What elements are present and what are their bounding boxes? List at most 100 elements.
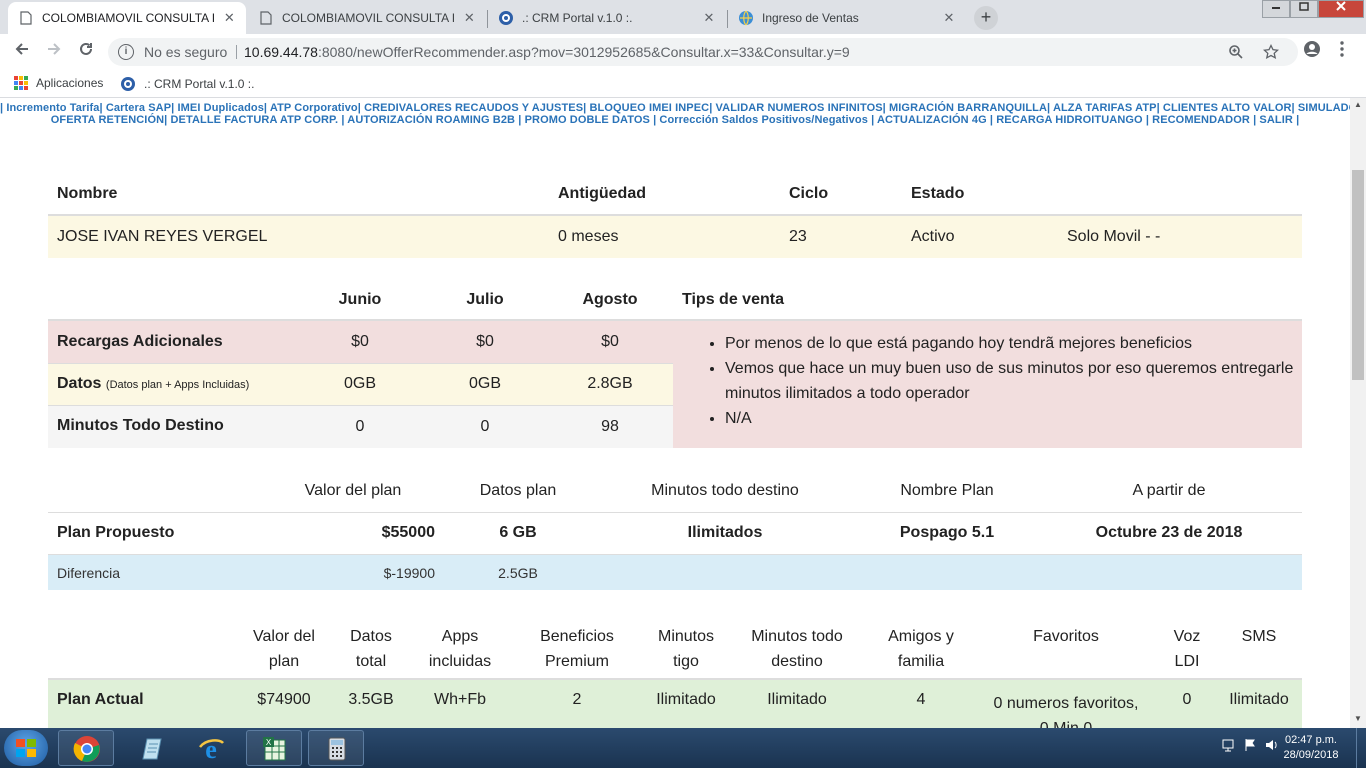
- info-icon[interactable]: i: [118, 44, 134, 60]
- actual-apps: Wh+Fb: [433, 691, 486, 708]
- menu-links-line-1[interactable]: | Incremento Tarifa| Cartera SAP| IMEI D…: [0, 102, 1350, 114]
- actual-valor: $74900: [257, 691, 311, 708]
- scroll-down-icon[interactable]: ▼: [1350, 714, 1366, 723]
- recargas-junio: $0: [351, 333, 369, 350]
- svg-text:X: X: [266, 738, 272, 747]
- scroll-up-icon[interactable]: ▲: [1350, 100, 1366, 109]
- taskbar-excel[interactable]: X: [246, 730, 302, 766]
- header-estado: Estado: [911, 185, 965, 202]
- propuesto-valor: $55000: [381, 524, 435, 541]
- clock-date: 28/09/2018: [1283, 749, 1339, 761]
- browser-tab-bar: COLOMBIAMOVIL CONSULTA IN ✕ COLOMBIAMOVI…: [0, 0, 1366, 34]
- close-icon[interactable]: ✕: [463, 10, 476, 26]
- close-icon[interactable]: ✕: [223, 10, 236, 26]
- document-icon: [258, 10, 274, 26]
- header-line-1: Minutos todo: [751, 628, 843, 645]
- close-icon[interactable]: ✕: [702, 10, 716, 26]
- taskbar-calculator[interactable]: [308, 730, 364, 766]
- ie-icon: e: [199, 735, 224, 763]
- diferencia-valor: $-19900: [383, 565, 435, 581]
- actual-header-voz: Voz LDI: [1162, 624, 1212, 674]
- browser-tab-1[interactable]: COLOMBIAMOVIL CONSULTA IN ✕: [8, 2, 246, 34]
- close-icon[interactable]: ✕: [942, 10, 956, 26]
- tab-title: .: CRM Portal v.1.0 :.: [522, 11, 633, 25]
- month-agosto: Agosto: [582, 291, 638, 308]
- header-line-1: Favoritos: [1033, 628, 1099, 645]
- header-line-1: Datos: [350, 628, 392, 645]
- header-line-1: Valor del: [253, 628, 315, 645]
- profile-button[interactable]: [1300, 40, 1324, 64]
- show-desktop-button[interactable]: [1356, 728, 1366, 768]
- tip-item: N/A: [725, 406, 1295, 431]
- scrollbar-thumb[interactable]: [1352, 170, 1364, 380]
- minimize-button[interactable]: [1262, 0, 1290, 18]
- client-ciclo: 23: [789, 228, 807, 245]
- window-close-button[interactable]: [1318, 0, 1364, 18]
- diferencia-label: Diferencia: [57, 565, 121, 581]
- page-scrollbar[interactable]: ▲ ▼: [1350, 98, 1366, 728]
- datos-junio: 0GB: [343, 375, 376, 392]
- menu-button[interactable]: [1330, 40, 1354, 64]
- browser-tab-2[interactable]: COLOMBIAMOVIL CONSULTA IN ✕: [248, 2, 486, 34]
- browser-tab-4[interactable]: Ingreso de Ventas ✕: [728, 2, 966, 34]
- label-minutos: Minutos Todo Destino: [57, 417, 224, 434]
- url-text: 10.69.44.78:8080/newOfferRecommender.asp…: [244, 38, 850, 66]
- address-bar[interactable]: i No es seguro 10.69.44.78:8080/newOffer…: [108, 38, 1298, 66]
- actual-header-sms: SMS: [1224, 624, 1294, 649]
- excel-icon: X: [263, 737, 286, 761]
- header-nombre: Nombre: [57, 185, 118, 202]
- diferencia-datos: 2.5GB: [498, 565, 538, 581]
- bookmarks-bar: Aplicaciones .: CRM Portal v.1.0 :.: [0, 70, 1366, 98]
- network-icon: [1222, 739, 1234, 752]
- actual-header-valor: Valor del plan: [234, 624, 334, 674]
- maximize-button[interactable]: [1290, 0, 1318, 18]
- address-separator: [236, 45, 237, 59]
- arrow-left-icon: [15, 43, 28, 55]
- taskbar-notes[interactable]: [122, 730, 178, 766]
- minutos-junio: 0: [355, 418, 365, 435]
- actual-header-minutos-tigo: Minutos tigo: [646, 624, 726, 674]
- divider: [48, 554, 1302, 555]
- header-line-1: Minutos: [657, 628, 715, 645]
- propuesto-header-datos: Datos plan: [479, 482, 557, 499]
- label-datos: Datos: [57, 375, 102, 392]
- taskbar-clock[interactable]: 02:47 p.m. 28/09/2018: [1278, 733, 1344, 763]
- propuesto-header-nombre: Nombre Plan: [900, 482, 994, 499]
- new-tab-button[interactable]: +: [974, 6, 998, 30]
- start-button[interactable]: [4, 730, 48, 766]
- recargas-julio: $0: [476, 333, 494, 350]
- actual-header-amigos: Amigos y familia: [871, 624, 971, 674]
- clock-time: 02:47 p.m.: [1285, 734, 1337, 746]
- browser-tab-3[interactable]: .: CRM Portal v.1.0 :. ✕: [488, 2, 726, 34]
- zoom-icon[interactable]: [1228, 38, 1244, 69]
- bookmark-crm-portal[interactable]: .: CRM Portal v.1.0 :.: [120, 76, 254, 92]
- header-line-2: familia: [897, 653, 945, 670]
- tip-item: Vemos que hace un muy buen uso de sus mi…: [725, 356, 1295, 406]
- header-line-2: incluidas: [428, 653, 492, 670]
- taskbar-chrome[interactable]: [58, 730, 114, 766]
- arrow-right-icon: [48, 43, 61, 55]
- actual-minutos-destino: Ilimitado: [767, 691, 827, 708]
- tab-title: COLOMBIAMOVIL CONSULTA IN: [42, 11, 215, 25]
- top-menu: | Incremento Tarifa| Cartera SAP| IMEI D…: [0, 102, 1350, 126]
- system-tray: [1222, 738, 1279, 755]
- datos-agosto: 2.8GB: [587, 375, 633, 392]
- apps-grid-icon: [14, 76, 28, 90]
- menu-links-line-2[interactable]: OFERTA RETENCIÓN| DETALLE FACTURA ATP CO…: [51, 114, 1300, 126]
- minutos-julio: 0: [480, 418, 490, 435]
- bookmark-apps[interactable]: Aplicaciones: [14, 76, 103, 90]
- tip-item: Por menos de lo que está pagando hoy ten…: [725, 331, 1295, 356]
- back-button[interactable]: [10, 40, 34, 64]
- actual-sms: Ilimitado: [1229, 691, 1289, 708]
- windows-taskbar: e X 02:47 p.m. 28/09/2018: [0, 728, 1366, 768]
- reload-button[interactable]: [74, 40, 98, 64]
- bookmark-star-icon[interactable]: [1262, 38, 1280, 70]
- actual-header-favoritos: Favoritos: [986, 624, 1146, 649]
- forward-button[interactable]: [42, 40, 66, 64]
- favoritos-line-1: 0 numeros favoritos,: [993, 695, 1139, 712]
- client-estado: Activo: [911, 228, 955, 245]
- chrome-icon: [73, 736, 100, 762]
- taskbar-internet-explorer[interactable]: e: [182, 730, 238, 766]
- header-line-1: SMS: [1241, 628, 1277, 645]
- actual-header-minutos-destino: Minutos todo destino: [737, 624, 857, 674]
